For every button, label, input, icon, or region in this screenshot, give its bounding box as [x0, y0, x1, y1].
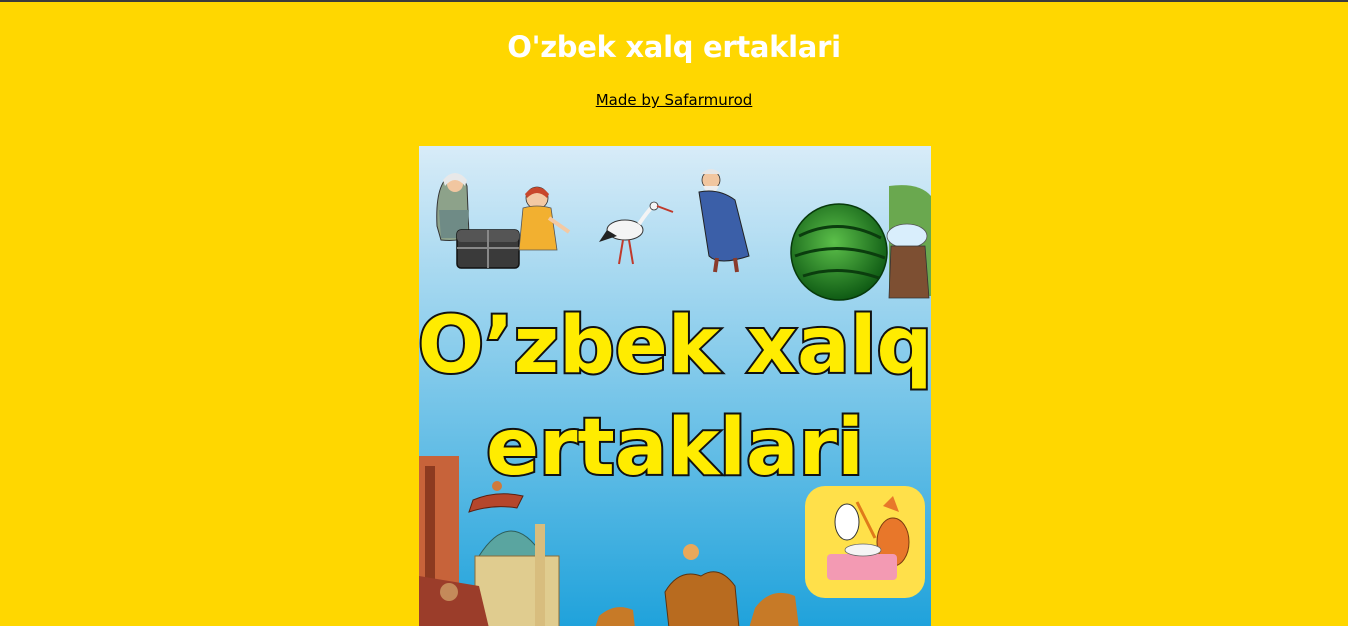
chest-icon	[456, 229, 520, 269]
man-turban-icon	[886, 185, 931, 299]
watermelon-icon	[790, 203, 888, 301]
cover-title-line1: O’zbek xalq	[419, 301, 931, 391]
cover-image: O’zbek xalq ertaklari	[419, 146, 931, 626]
stork-and-fox-icon	[805, 486, 925, 598]
credit-link-wrapper: Made by Safarmurod	[0, 91, 1348, 109]
cover-title-line2: ertaklari	[486, 403, 864, 493]
made-by-link[interactable]: Made by Safarmurod	[596, 91, 753, 109]
page-title: O'zbek xalq ertaklari	[507, 30, 841, 64]
